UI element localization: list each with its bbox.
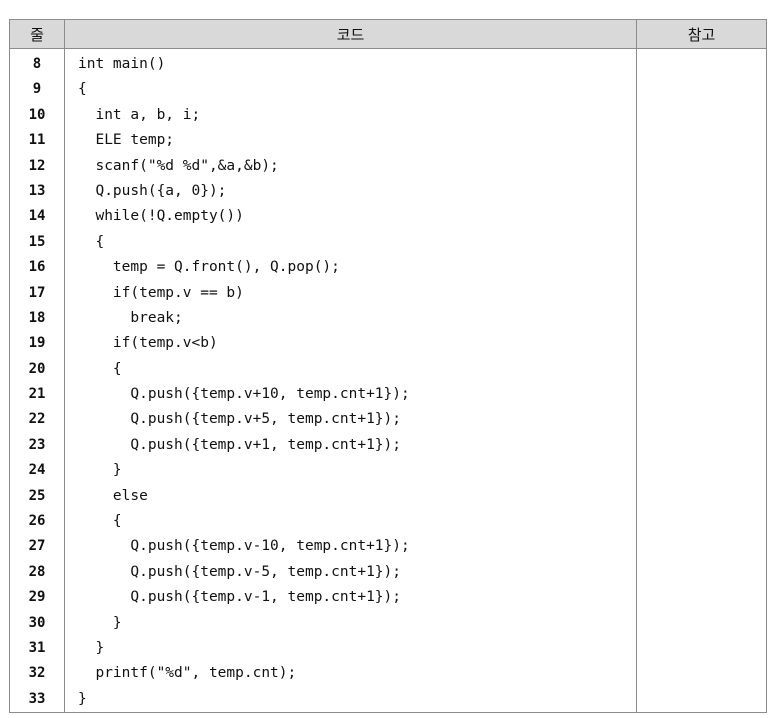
line-number: 33 xyxy=(28,690,46,707)
code-body-row: 8 9 10 11 12 13 14 15 16 17 18 19 20 21 22 23 24 25 26 27 28… xyxy=(9,48,767,714)
note-column xyxy=(636,48,767,714)
code-line: scanf("%d %d",&a,&b); xyxy=(78,157,279,174)
code-line: Q.push({temp.v-10, temp.cnt+1}); xyxy=(78,538,410,555)
code-line: while(!Q.empty()) xyxy=(78,208,244,225)
code-line: Q.push({temp.v-1, temp.cnt+1}); xyxy=(78,589,402,606)
code-line: Q.push({temp.v+10, temp.cnt+1}); xyxy=(78,386,410,403)
code-line: { xyxy=(78,233,105,250)
code-line: Q.push({temp.v+5, temp.cnt+1}); xyxy=(78,411,402,428)
code-line: Q.push({temp.v-5, temp.cnt+1}); xyxy=(78,563,402,580)
code-line: if(temp.v<b) xyxy=(78,335,218,352)
code-line: Q.push({temp.v+1, temp.cnt+1}); xyxy=(78,436,402,453)
line-number: 22 xyxy=(28,411,46,428)
code-line: ELE temp; xyxy=(78,132,175,149)
line-number: 23 xyxy=(28,436,46,453)
note-header: 참고 xyxy=(636,19,767,49)
line-number-column: 8 9 10 11 12 13 14 15 16 17 18 19 20 21 22 23 24 25 26 27 28… xyxy=(9,48,65,714)
code-line: } xyxy=(78,614,122,631)
line-number: 8 xyxy=(32,56,42,72)
code-table: 줄 코드 참고 8 9 10 11 12 13 14 15 16 17 18 19 20 21 22 23 24… xyxy=(9,19,767,714)
line-number: 16 xyxy=(28,259,46,276)
line-number: 31 xyxy=(28,639,46,656)
code-line: { xyxy=(78,360,122,377)
line-number: 25 xyxy=(28,487,46,504)
line-number: 21 xyxy=(28,386,46,403)
line-number: 20 xyxy=(28,360,46,377)
line-number: 11 xyxy=(28,132,46,149)
line-number: 29 xyxy=(28,589,46,606)
code-line: if(temp.v == b) xyxy=(78,284,244,301)
code-line: } xyxy=(78,690,87,707)
line-number: 18 xyxy=(28,309,46,326)
code-line: { xyxy=(78,81,87,98)
line-number: 28 xyxy=(28,563,46,580)
code-line: { xyxy=(78,513,122,530)
code-line: break; xyxy=(78,309,183,326)
code-line: int main() xyxy=(78,56,166,72)
line-number: 30 xyxy=(28,614,46,631)
line-number: 26 xyxy=(28,513,46,530)
line-number: 19 xyxy=(28,335,46,352)
code-line: } xyxy=(78,639,105,656)
line-number: 12 xyxy=(28,157,46,174)
code-line: printf("%d", temp.cnt); xyxy=(78,665,297,682)
code-column: int main() { int a, b, i; ELE temp; scanf… xyxy=(64,48,637,714)
line-number: 32 xyxy=(28,665,46,682)
line-number-header: 줄 xyxy=(9,19,65,49)
line-number: 10 xyxy=(28,106,46,123)
line-number: 27 xyxy=(28,538,46,555)
line-number: 9 xyxy=(32,81,42,98)
code-header: 코드 xyxy=(64,19,637,49)
code-line: temp = Q.front(), Q.pop(); xyxy=(78,259,340,276)
header-row: 줄 코드 참고 xyxy=(9,19,767,49)
line-number: 13 xyxy=(28,182,46,199)
line-number: 15 xyxy=(28,233,46,250)
code-line: else xyxy=(78,487,148,504)
code-line: int a, b, i; xyxy=(78,106,201,123)
code-line: Q.push({a, 0}); xyxy=(78,182,227,199)
code-line: } xyxy=(78,462,122,479)
line-number: 24 xyxy=(28,462,46,479)
line-number: 17 xyxy=(28,284,46,301)
line-number: 14 xyxy=(28,208,46,225)
